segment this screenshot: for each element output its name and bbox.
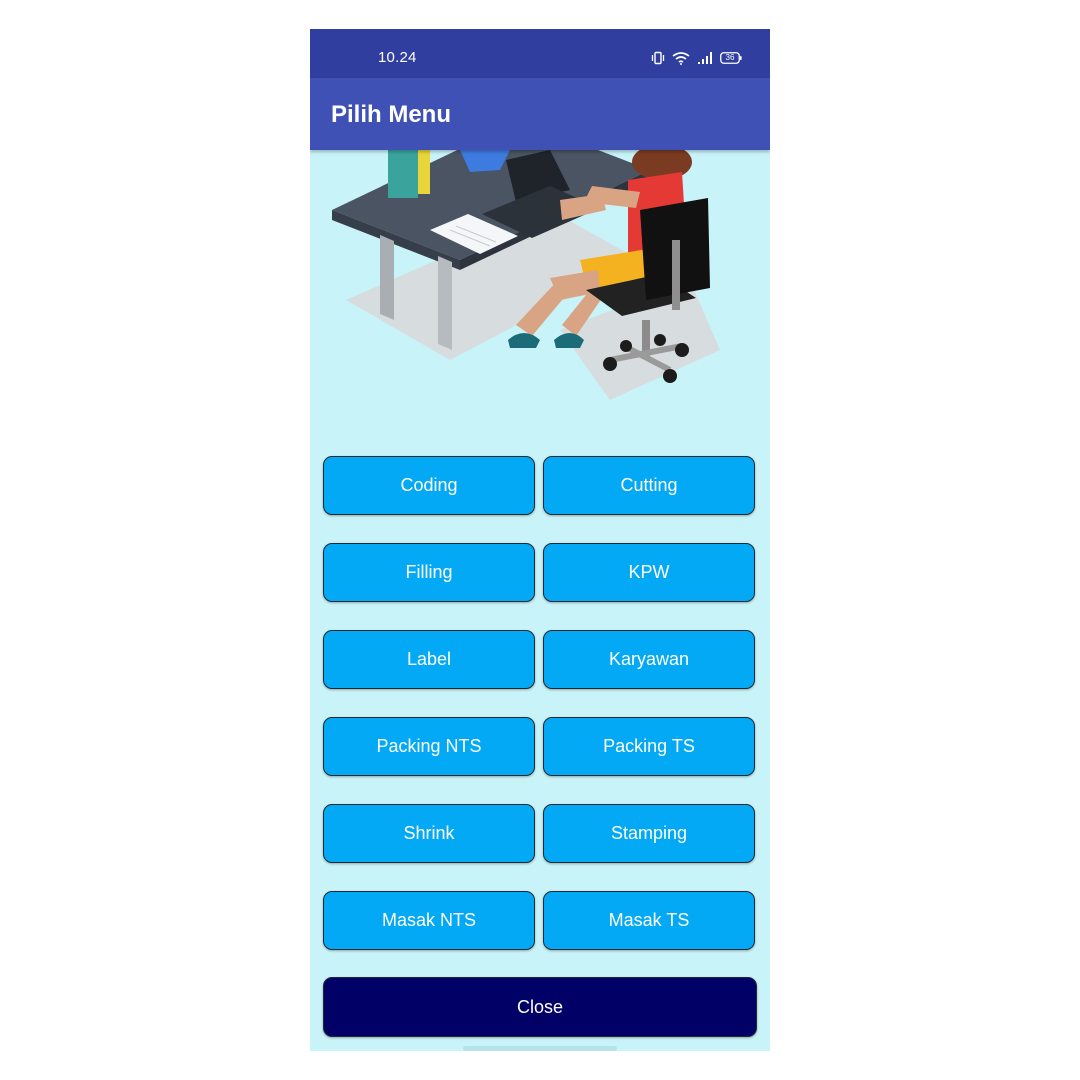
packing-nts-button[interactable]: Packing NTS (323, 717, 535, 776)
shrink-button[interactable]: Shrink (323, 804, 535, 863)
karyawan-button[interactable]: Karyawan (543, 630, 755, 689)
kpw-button[interactable]: KPW (543, 543, 755, 602)
phone-screen: 10.24 36 Pilih Menu Coding Cutting Filli… (310, 29, 770, 1051)
packing-ts-button[interactable]: Packing TS (543, 717, 755, 776)
wifi-icon (672, 51, 690, 65)
status-time: 10.24 (378, 49, 417, 66)
office-worker-illustration (310, 120, 770, 410)
gesture-nav-handle[interactable] (463, 1046, 617, 1051)
battery-icon: 36 (720, 52, 742, 64)
label-button[interactable]: Label (323, 630, 535, 689)
coding-button[interactable]: Coding (323, 456, 535, 515)
stamping-button[interactable]: Stamping (543, 804, 755, 863)
vibrate-icon (651, 51, 665, 65)
battery-level: 36 (725, 53, 735, 62)
signal-icon (697, 51, 713, 65)
close-button[interactable]: Close (323, 977, 757, 1037)
app-bar: Pilih Menu (310, 78, 770, 150)
cutting-button[interactable]: Cutting (543, 456, 755, 515)
status-icons: 36 (651, 49, 742, 67)
masak-nts-button[interactable]: Masak NTS (323, 891, 535, 950)
status-bar: 10.24 36 (310, 29, 770, 78)
masak-ts-button[interactable]: Masak TS (543, 891, 755, 950)
page-title: Pilih Menu (331, 101, 451, 128)
filling-button[interactable]: Filling (323, 543, 535, 602)
